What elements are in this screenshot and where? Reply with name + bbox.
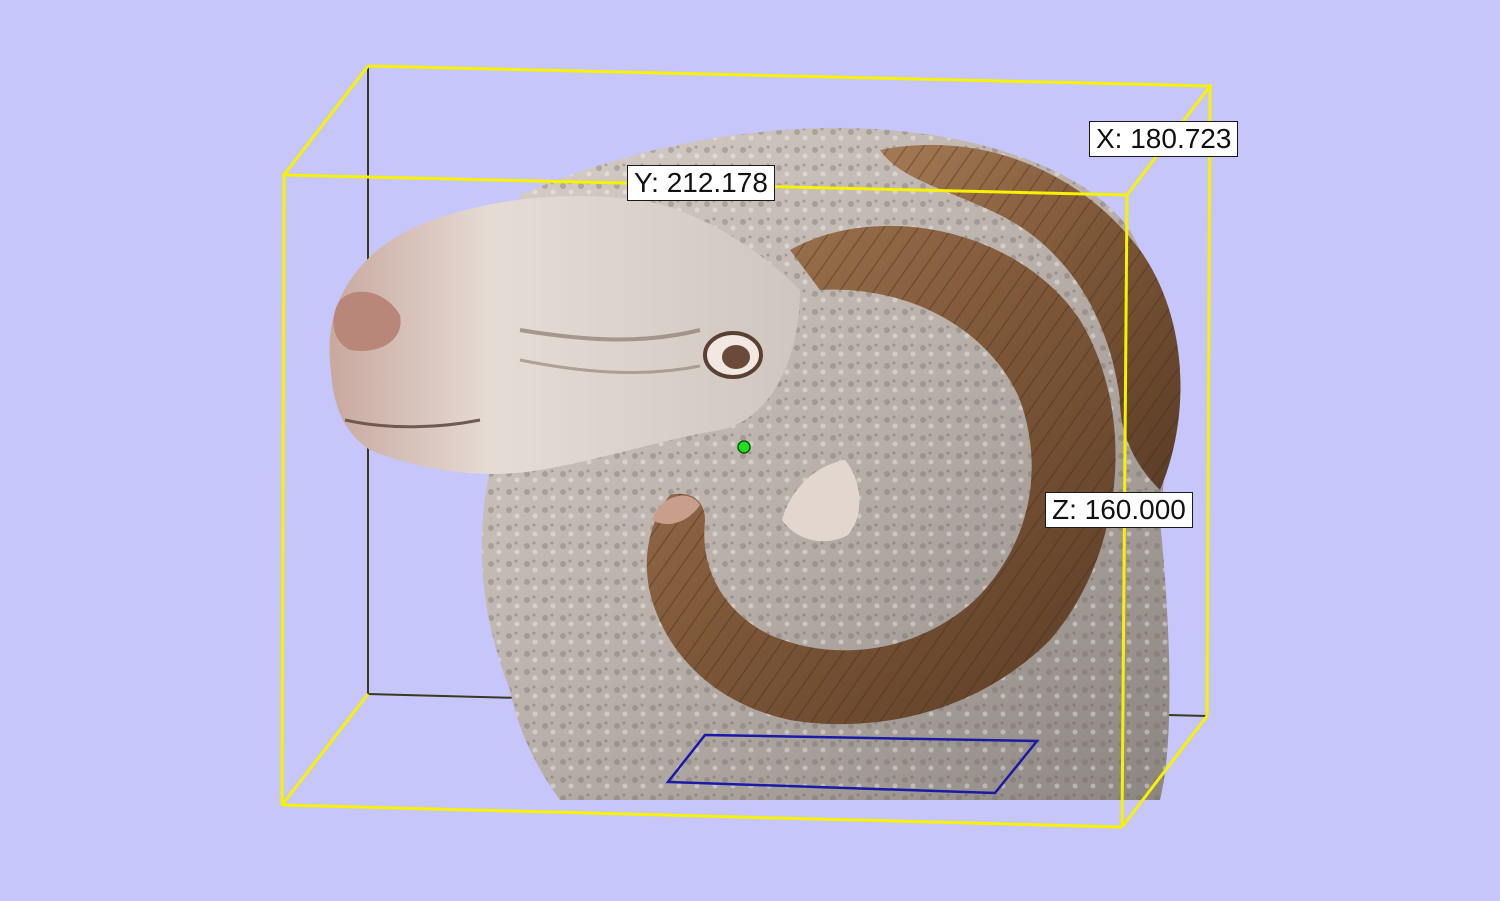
3d-viewport[interactable]: X: 180.723 Y: 212.178 Z: 160.000 — [0, 0, 1500, 901]
scene-canvas[interactable] — [0, 0, 1500, 901]
ram-head-model[interactable] — [329, 127, 1181, 800]
dimension-label-z: Z: 160.000 — [1045, 492, 1193, 528]
dimension-label-x: X: 180.723 — [1089, 121, 1239, 157]
dimension-label-y: Y: 212.178 — [627, 165, 775, 201]
pivot-point[interactable] — [737, 440, 751, 454]
